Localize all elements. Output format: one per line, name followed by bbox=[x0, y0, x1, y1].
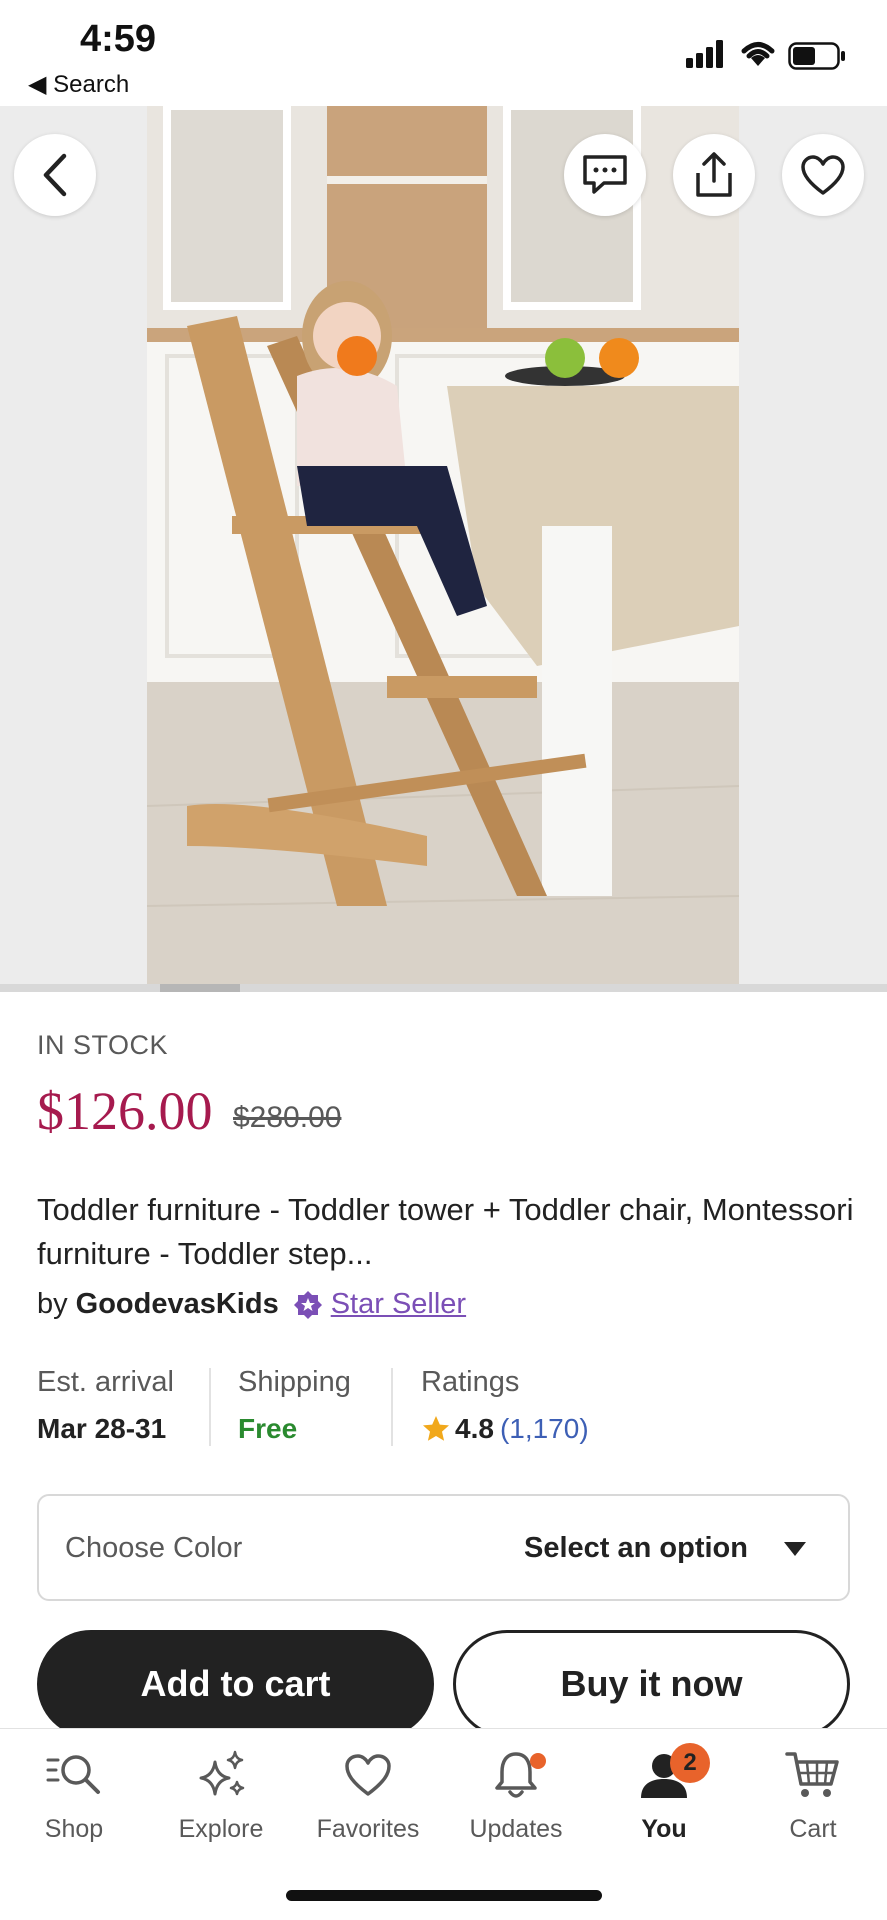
tab-you[interactable]: 2 You bbox=[590, 1743, 738, 1844]
arrival-stat: Est. arrival Mar 28-31 bbox=[37, 1366, 174, 1445]
you-notification-badge: 2 bbox=[670, 1743, 710, 1783]
caret-down-icon bbox=[784, 1542, 806, 1556]
battery-icon bbox=[788, 42, 845, 70]
seller-prefix: by bbox=[37, 1288, 68, 1320]
product-photo bbox=[147, 106, 739, 992]
share-icon bbox=[696, 152, 732, 197]
star-seller-badge-icon bbox=[293, 1290, 322, 1319]
sparkle-icon bbox=[199, 1750, 245, 1796]
tab-favorites[interactable]: Favorites bbox=[294, 1743, 442, 1844]
wifi-icon bbox=[741, 42, 775, 66]
tab-label: Favorites bbox=[316, 1815, 420, 1843]
rating-count-link[interactable]: (1,170) bbox=[500, 1413, 589, 1445]
carousel-progress-bar bbox=[0, 984, 887, 992]
sale-price: $126.00 bbox=[37, 1081, 213, 1141]
ratings-label: Ratings bbox=[421, 1366, 520, 1398]
arrival-label: Est. arrival bbox=[37, 1366, 174, 1398]
tab-shop[interactable]: Shop bbox=[0, 1743, 148, 1844]
tab-label: Updates bbox=[469, 1815, 563, 1843]
message-icon bbox=[583, 155, 627, 194]
back-to-search-link[interactable]: ◀ Search bbox=[28, 70, 129, 99]
home-indicator bbox=[286, 1890, 602, 1901]
updates-notification-dot bbox=[530, 1753, 546, 1769]
status-time: 4:59 bbox=[80, 18, 157, 60]
tab-label: Explore bbox=[178, 1815, 264, 1843]
tab-label: Cart bbox=[789, 1815, 837, 1843]
back-button[interactable] bbox=[14, 134, 96, 216]
arrival-value: Mar 28-31 bbox=[37, 1413, 167, 1444]
status-bar: 4:59 ◀ Search bbox=[0, 0, 887, 106]
color-select-label: Choose Color bbox=[65, 1532, 243, 1564]
share-button[interactable] bbox=[673, 134, 755, 216]
cart-icon bbox=[785, 1752, 839, 1797]
tab-label: Shop bbox=[44, 1815, 104, 1843]
stock-status: IN STOCK bbox=[37, 1030, 169, 1060]
rating-score: 4.8 bbox=[455, 1413, 494, 1444]
add-to-cart-button[interactable]: Add to cart bbox=[37, 1630, 434, 1738]
ratings-stat[interactable]: Ratings 4.8 (1,170) bbox=[421, 1366, 589, 1445]
seller-line: by GoodevasKids Star Seller bbox=[37, 1288, 466, 1321]
star-seller-link[interactable]: Star Seller bbox=[331, 1288, 466, 1321]
tab-explore[interactable]: Explore bbox=[147, 1743, 295, 1844]
buy-it-now-button[interactable]: Buy it now bbox=[453, 1630, 850, 1738]
tab-cart[interactable]: Cart bbox=[739, 1743, 887, 1844]
tab-label: You bbox=[641, 1815, 687, 1843]
heart-icon bbox=[345, 1754, 391, 1796]
favorite-button[interactable] bbox=[782, 134, 864, 216]
original-price: $280.00 bbox=[233, 1101, 342, 1134]
seller-name-link[interactable]: GoodevasKids bbox=[76, 1288, 279, 1321]
star-icon bbox=[423, 1416, 449, 1441]
shipping-label: Shipping bbox=[238, 1366, 351, 1398]
product-image-carousel[interactable] bbox=[0, 106, 887, 992]
shipping-value: Free bbox=[238, 1413, 298, 1444]
message-seller-button[interactable] bbox=[564, 134, 646, 216]
search-icon bbox=[46, 1755, 100, 1794]
product-title[interactable]: Toddler furniture - Toddler tower + Todd… bbox=[37, 1188, 857, 1276]
cellular-signal-icon bbox=[686, 40, 723, 68]
tab-updates[interactable]: Updates bbox=[442, 1743, 590, 1844]
color-select-value: Select an option bbox=[524, 1532, 748, 1564]
chevron-left-icon bbox=[43, 153, 67, 197]
shipping-stat: Shipping Free bbox=[238, 1366, 351, 1445]
stat-divider bbox=[391, 1368, 393, 1446]
heart-icon bbox=[801, 155, 845, 195]
stat-divider bbox=[209, 1368, 211, 1446]
color-select[interactable]: Choose Color Select an option bbox=[37, 1494, 850, 1601]
ratings-value-row[interactable]: 4.8 (1,170) bbox=[421, 1413, 589, 1445]
